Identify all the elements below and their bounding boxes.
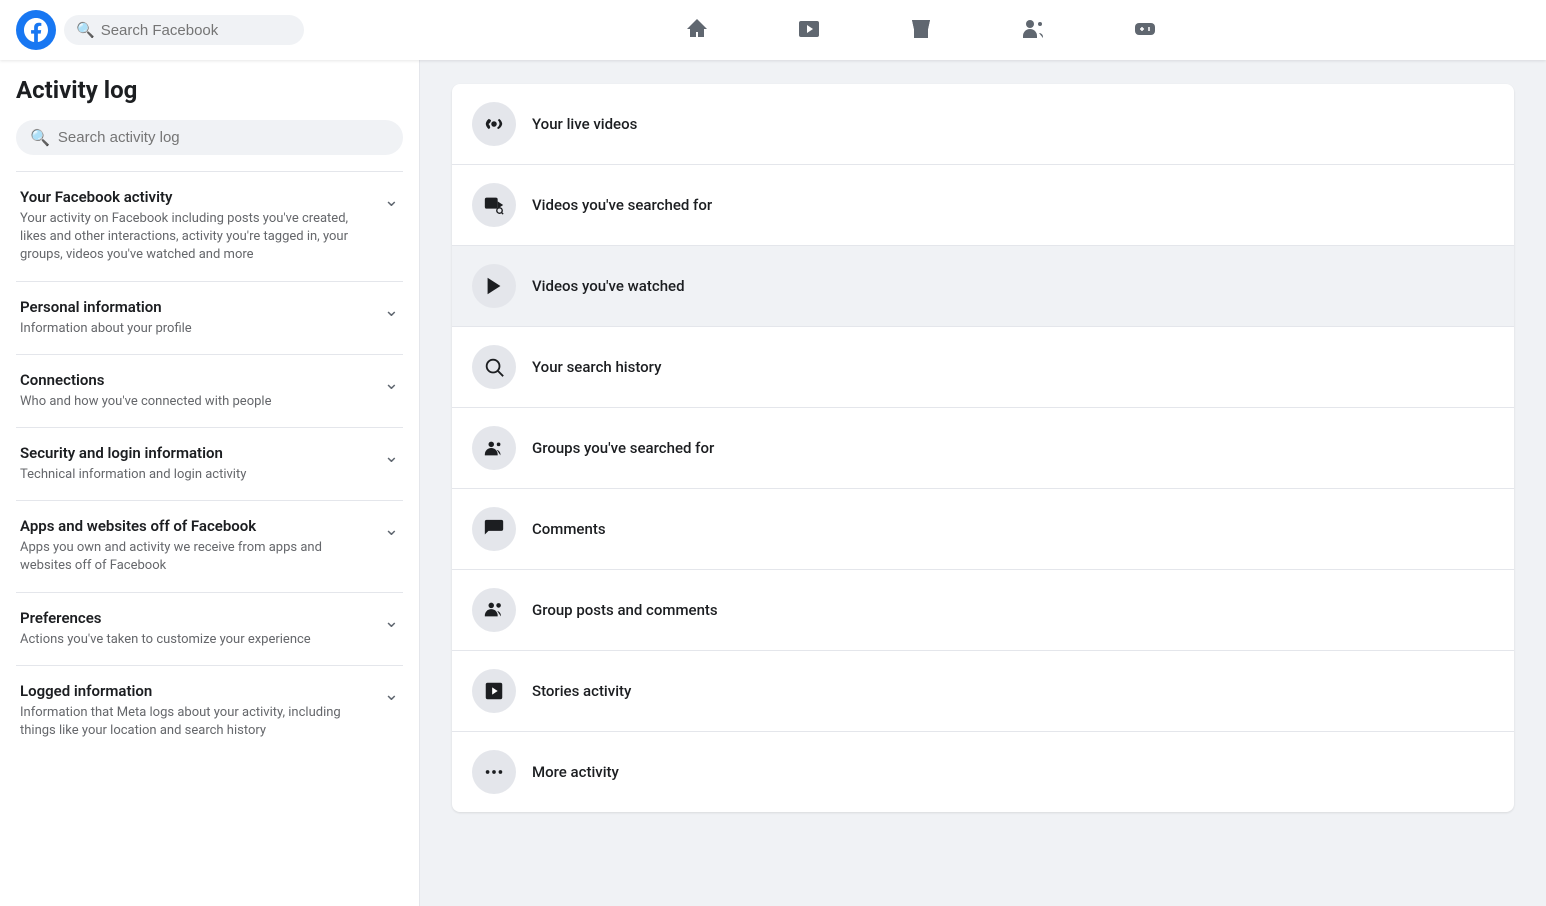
item-label-more: More activity (532, 763, 619, 781)
search-bar[interactable]: 🔍 (64, 15, 304, 45)
section-desc-3: Technical information and login activity (20, 466, 376, 484)
stories-icon (472, 669, 516, 713)
sidebar: Activity log 🔍 Your Facebook activity Yo… (0, 60, 420, 906)
item-comments[interactable]: Comments (452, 489, 1514, 570)
divider-5 (16, 665, 403, 666)
live-video-icon (472, 102, 516, 146)
section-title-5: Preferences (20, 609, 376, 627)
page-title: Activity log (16, 76, 403, 104)
video-watched-icon (472, 264, 516, 308)
comments-icon (472, 507, 516, 551)
section-title-4: Apps and websites off of Facebook (20, 517, 376, 535)
top-navigation: 🔍 (0, 0, 1546, 60)
section-desc-2: Who and how you've connected with people (20, 393, 376, 411)
chevron-icon-2: ⌄ (384, 371, 399, 394)
nav-icons (312, 6, 1530, 54)
section-desc-1: Information about your profile (20, 320, 376, 338)
chevron-icon-6: ⌄ (384, 682, 399, 705)
more-icon (472, 750, 516, 794)
item-label-videos-watched: Videos you've watched (532, 277, 685, 295)
item-stories[interactable]: Stories activity (452, 651, 1514, 732)
main-layout: Activity log 🔍 Your Facebook activity Yo… (0, 60, 1546, 906)
item-videos-searched[interactable]: Videos you've searched for (452, 165, 1514, 246)
search-input[interactable] (101, 22, 292, 39)
group-posts-icon (472, 588, 516, 632)
sidebar-section-preferences[interactable]: Preferences Actions you've taken to cust… (16, 597, 403, 661)
section-title-6: Logged information (20, 682, 376, 700)
sidebar-section-logged-info[interactable]: Logged information Information that Meta… (16, 670, 403, 752)
video-search-icon (472, 183, 516, 227)
sidebar-divider-top (16, 171, 403, 172)
nav-home-button[interactable] (641, 6, 753, 54)
sidebar-section-connections[interactable]: Connections Who and how you've connected… (16, 359, 403, 423)
section-desc-5: Actions you've taken to customize your e… (20, 631, 376, 649)
section-desc-4: Apps you own and activity we receive fro… (20, 539, 376, 575)
chevron-icon-4: ⌄ (384, 517, 399, 540)
item-label-videos-searched: Videos you've searched for (532, 196, 712, 214)
sidebar-search-input[interactable] (58, 129, 389, 146)
item-live-videos[interactable]: Your live videos (452, 84, 1514, 165)
chevron-icon-1: ⌄ (384, 298, 399, 321)
item-label-comments: Comments (532, 520, 606, 538)
item-label-live-videos: Your live videos (532, 115, 637, 133)
divider-3 (16, 500, 403, 501)
item-search-history[interactable]: Your search history (452, 327, 1514, 408)
chevron-icon-0: ⌄ (384, 188, 399, 211)
item-more[interactable]: More activity (452, 732, 1514, 812)
item-videos-watched[interactable]: Videos you've watched (452, 246, 1514, 327)
item-group-posts[interactable]: Group posts and comments (452, 570, 1514, 651)
main-content: Your live videos Videos you've searched … (420, 60, 1546, 906)
item-label-groups-searched: Groups you've searched for (532, 439, 714, 457)
content-list: Your live videos Videos you've searched … (452, 84, 1514, 812)
search-history-icon (472, 345, 516, 389)
sidebar-section-apps-websites[interactable]: Apps and websites off of Facebook Apps y… (16, 505, 403, 587)
section-title-0: Your Facebook activity (20, 188, 376, 206)
item-label-stories: Stories activity (532, 682, 631, 700)
section-desc-6: Information that Meta logs about your ac… (20, 704, 376, 740)
sidebar-section-security[interactable]: Security and login information Technical… (16, 432, 403, 496)
facebook-logo[interactable] (16, 10, 56, 50)
item-groups-searched[interactable]: Groups you've searched for (452, 408, 1514, 489)
item-label-search-history: Your search history (532, 358, 661, 376)
chevron-icon-3: ⌄ (384, 444, 399, 467)
groups-search-icon (472, 426, 516, 470)
sidebar-section-your-activity[interactable]: Your Facebook activity Your activity on … (16, 176, 403, 277)
nav-marketplace-button[interactable] (865, 6, 977, 54)
sidebar-search-bar[interactable]: 🔍 (16, 120, 403, 155)
nav-watch-button[interactable] (753, 6, 865, 54)
nav-people-button[interactable] (977, 6, 1089, 54)
divider-1 (16, 354, 403, 355)
divider-4 (16, 592, 403, 593)
divider-0 (16, 281, 403, 282)
section-title-2: Connections (20, 371, 376, 389)
section-title-3: Security and login information (20, 444, 376, 462)
section-title-1: Personal information (20, 298, 376, 316)
nav-gaming-button[interactable] (1089, 6, 1201, 54)
sidebar-search-icon: 🔍 (30, 128, 50, 147)
chevron-icon-5: ⌄ (384, 609, 399, 632)
divider-2 (16, 427, 403, 428)
search-icon: 🔍 (76, 21, 95, 39)
sidebar-section-personal-info[interactable]: Personal information Information about y… (16, 286, 403, 350)
item-label-group-posts: Group posts and comments (532, 601, 718, 619)
section-desc-0: Your activity on Facebook including post… (20, 210, 376, 265)
